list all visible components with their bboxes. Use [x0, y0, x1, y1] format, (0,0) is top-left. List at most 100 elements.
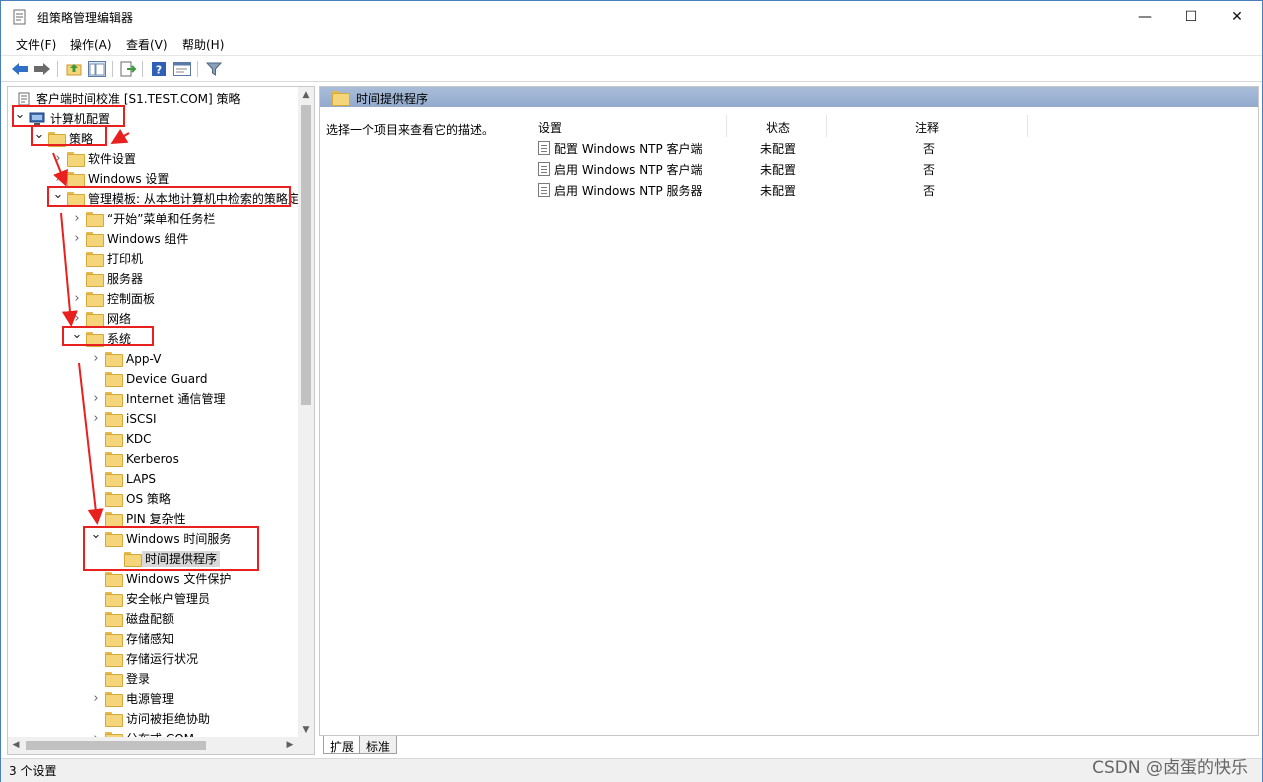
scroll-up-arrow-icon[interactable]: ▲ [298, 87, 314, 103]
gpo-editor-window: 组策略管理编辑器 — ☐ ✕ 文件(F) 操作(A) 查看(V) 帮助(H) ? [0, 0, 1263, 782]
up-folder-button[interactable] [64, 60, 84, 78]
filter-icon [206, 62, 222, 76]
expand-chevron-icon[interactable]: › [71, 212, 83, 226]
tree-item[interactable]: Kerberos [8, 449, 300, 469]
folder-icon [105, 392, 123, 407]
tree-item[interactable]: 安全帐户管理员 [8, 589, 300, 609]
tree-item[interactable]: › iSCSI [8, 409, 300, 429]
tree-vertical-scrollbar[interactable]: ▲ ▼ [298, 87, 314, 738]
folder-icon [105, 592, 123, 607]
help-button[interactable]: ? [149, 60, 169, 78]
close-button[interactable]: ✕ [1214, 1, 1260, 32]
expand-chevron-icon[interactable]: › [90, 352, 102, 366]
tree-item[interactable]: 服务器 [8, 269, 300, 289]
tree-item[interactable]: › 软件设置 [8, 149, 300, 169]
expand-chevron-icon[interactable]: › [71, 292, 83, 306]
menu-file[interactable]: 文件(F) [16, 36, 56, 53]
tree-item[interactable]: OS 策略 [8, 489, 300, 509]
expand-chevron-icon[interactable]: › [90, 692, 102, 706]
folder-icon [105, 512, 123, 527]
folder-icon [105, 712, 123, 727]
annotation-box-computer-config [12, 105, 125, 127]
annotation-box-system [62, 326, 154, 346]
tree-item[interactable]: 存储感知 [8, 629, 300, 649]
properties-button[interactable] [172, 60, 192, 78]
scroll-down-arrow-icon[interactable]: ▼ [298, 722, 314, 738]
tree-item-label: OS 策略 [126, 492, 171, 506]
folder-icon [105, 492, 123, 507]
list-item[interactable]: 启用 Windows NTP 服务器 未配置 否 [530, 180, 1258, 200]
setting-name: 启用 Windows NTP 客户端 [554, 163, 703, 177]
forward-button[interactable] [32, 60, 52, 78]
tree-item[interactable]: LAPS [8, 469, 300, 489]
expand-chevron-icon[interactable]: › [90, 412, 102, 426]
tree-item-label: “开始”菜单和任务栏 [107, 212, 216, 226]
annotation-box-policy [31, 125, 107, 146]
list-item[interactable]: 启用 Windows NTP 客户端 未配置 否 [530, 159, 1258, 179]
tab-standard[interactable]: 标准 [359, 736, 398, 754]
back-button[interactable] [10, 60, 30, 78]
folder-icon [86, 312, 104, 327]
tree-horizontal-scrollbar[interactable]: ◀ ▶ [8, 737, 314, 754]
tree-item[interactable]: Windows 文件保护 [8, 569, 300, 589]
tab-extended[interactable]: 扩展 [323, 736, 362, 754]
tree-item[interactable]: KDC [8, 429, 300, 449]
tree-item[interactable]: 登录 [8, 669, 300, 689]
tree-item[interactable]: 存储运行状况 [8, 649, 300, 669]
tree-vscroll-thumb[interactable] [301, 105, 311, 405]
tree-hscroll-thumb[interactable] [26, 741, 206, 750]
tree-item-label: Kerberos [126, 452, 179, 466]
expand-chevron-icon[interactable]: › [52, 172, 64, 186]
export-list-button[interactable] [118, 60, 138, 78]
tree-item[interactable]: › 控制面板 [8, 289, 300, 309]
expand-chevron-icon[interactable]: › [71, 312, 83, 326]
expand-chevron-icon [90, 472, 102, 486]
column-header-state[interactable]: 状态 [766, 119, 790, 136]
expand-chevron-icon [90, 452, 102, 466]
filter-button[interactable] [204, 60, 224, 78]
folder-icon [105, 612, 123, 627]
tree-item[interactable]: › Windows 组件 [8, 229, 300, 249]
column-header-comment[interactable]: 注释 [915, 119, 939, 136]
tree-item[interactable]: ⌄ 系统 [8, 328, 300, 349]
toolbar: ? [1, 55, 1262, 82]
tree-item[interactable]: Device Guard [8, 369, 300, 389]
list-item[interactable]: 配置 Windows NTP 客户端 未配置 否 [530, 138, 1258, 158]
show-tree-button[interactable] [87, 60, 107, 78]
folder-icon [105, 672, 123, 687]
maximize-button[interactable]: ☐ [1168, 1, 1214, 32]
tree-item[interactable]: 打印机 [8, 249, 300, 269]
scroll-right-arrow-icon[interactable]: ▶ [282, 737, 298, 754]
tree-item[interactable]: › “开始”菜单和任务栏 [8, 209, 300, 229]
tree-item-label: 服务器 [107, 272, 144, 286]
expand-chevron-icon [90, 632, 102, 646]
settings-list: 设置 状态 注释 配置 Windows NTP 客户端 未配置 否 启用 Win… [530, 107, 1258, 736]
folder-icon [86, 252, 104, 267]
tree-item[interactable]: 访问被拒绝协助 [8, 709, 300, 729]
watermark: CSDN @卤蛋的快乐 [1092, 758, 1248, 778]
menu-view[interactable]: 查看(V) [126, 36, 168, 53]
scroll-left-arrow-icon[interactable]: ◀ [8, 737, 24, 754]
tree-item[interactable]: › 网络 [8, 309, 300, 329]
folder-icon [332, 91, 350, 106]
properties-icon [173, 62, 191, 76]
minimize-button[interactable]: — [1122, 1, 1168, 32]
column-header-setting[interactable]: 设置 [538, 119, 562, 136]
tree-item[interactable]: › 电源管理 [8, 689, 300, 709]
expand-chevron-icon[interactable]: › [71, 232, 83, 246]
tree-item-label: LAPS [126, 472, 157, 486]
annotation-box-admin-templates [47, 186, 291, 207]
menu-help[interactable]: 帮助(H) [182, 36, 224, 53]
menu-action[interactable]: 操作(A) [70, 36, 112, 53]
tree-item[interactable]: › Internet 通信管理 [8, 389, 300, 409]
tree-item-label: PIN 复杂性 [126, 512, 186, 526]
tree-item[interactable]: 磁盘配额 [8, 609, 300, 629]
expand-chevron-icon[interactable]: › [52, 152, 64, 166]
tree-item-label: Windows 文件保护 [126, 572, 232, 586]
annotation-box-time-service [83, 526, 259, 571]
back-icon [12, 63, 28, 75]
expand-chevron-icon[interactable]: › [90, 392, 102, 406]
setting-name: 配置 Windows NTP 客户端 [554, 142, 703, 156]
folder-icon [105, 632, 123, 647]
tree-item[interactable]: › App-V [8, 349, 300, 369]
